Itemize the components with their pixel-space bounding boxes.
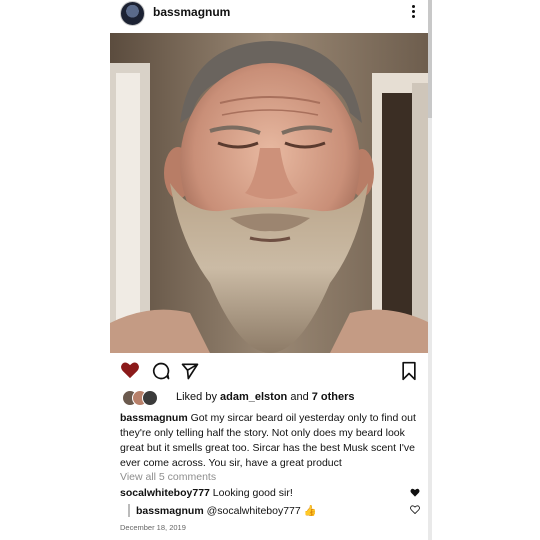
likes-row: Liked by adam_elston and 7 others — [122, 389, 422, 407]
comment-username[interactable]: socalwhiteboy777 — [120, 487, 210, 499]
post-header: bassmagnum — [110, 0, 430, 32]
comment-text: Looking good sir! — [212, 487, 293, 499]
liked-user[interactable]: adam_elston — [220, 391, 287, 403]
heart-icon[interactable] — [120, 361, 140, 379]
comment: socalwhiteboy777 Looking good sir! — [120, 487, 400, 499]
scrollbar-thumb[interactable] — [428, 0, 432, 118]
bookmark-icon[interactable] — [400, 361, 418, 381]
post-username[interactable]: bassmagnum — [153, 5, 230, 19]
photo-illustration — [110, 33, 430, 353]
reply-username[interactable]: bassmagnum — [136, 505, 204, 517]
liked-by-text[interactable]: Liked by adam_elston and 7 others — [176, 391, 355, 403]
post-date: December 18, 2019 — [120, 523, 186, 532]
liker-avatar — [142, 390, 158, 406]
thumbs-up-icon: 👍 — [303, 505, 317, 517]
caption-username[interactable]: bassmagnum — [120, 412, 188, 424]
send-icon[interactable] — [180, 361, 200, 381]
liked-prefix: Liked by — [176, 391, 221, 403]
comment-icon[interactable] — [151, 361, 171, 381]
liked-and: and — [287, 391, 312, 403]
liked-others[interactable]: 7 others — [312, 391, 355, 403]
scrollbar[interactable] — [428, 0, 432, 540]
avatar[interactable] — [120, 1, 145, 26]
view-all-comments[interactable]: View all 5 comments — [120, 471, 216, 483]
reply: bassmagnum @socalwhiteboy777 👍 — [128, 504, 317, 517]
instagram-post: bassmagnum Liked by adam_elston and 7 ot… — [110, 0, 430, 540]
more-vertical-icon[interactable] — [410, 3, 416, 21]
reply-mention[interactable]: @socalwhiteboy777 — [207, 505, 301, 517]
post-caption: bassmagnum Got my sircar beard oil yeste… — [120, 411, 420, 471]
comment-heart-icon[interactable] — [410, 488, 420, 497]
reply-heart-icon[interactable] — [410, 505, 420, 514]
post-photo[interactable] — [110, 33, 430, 353]
post-actions — [110, 358, 430, 384]
